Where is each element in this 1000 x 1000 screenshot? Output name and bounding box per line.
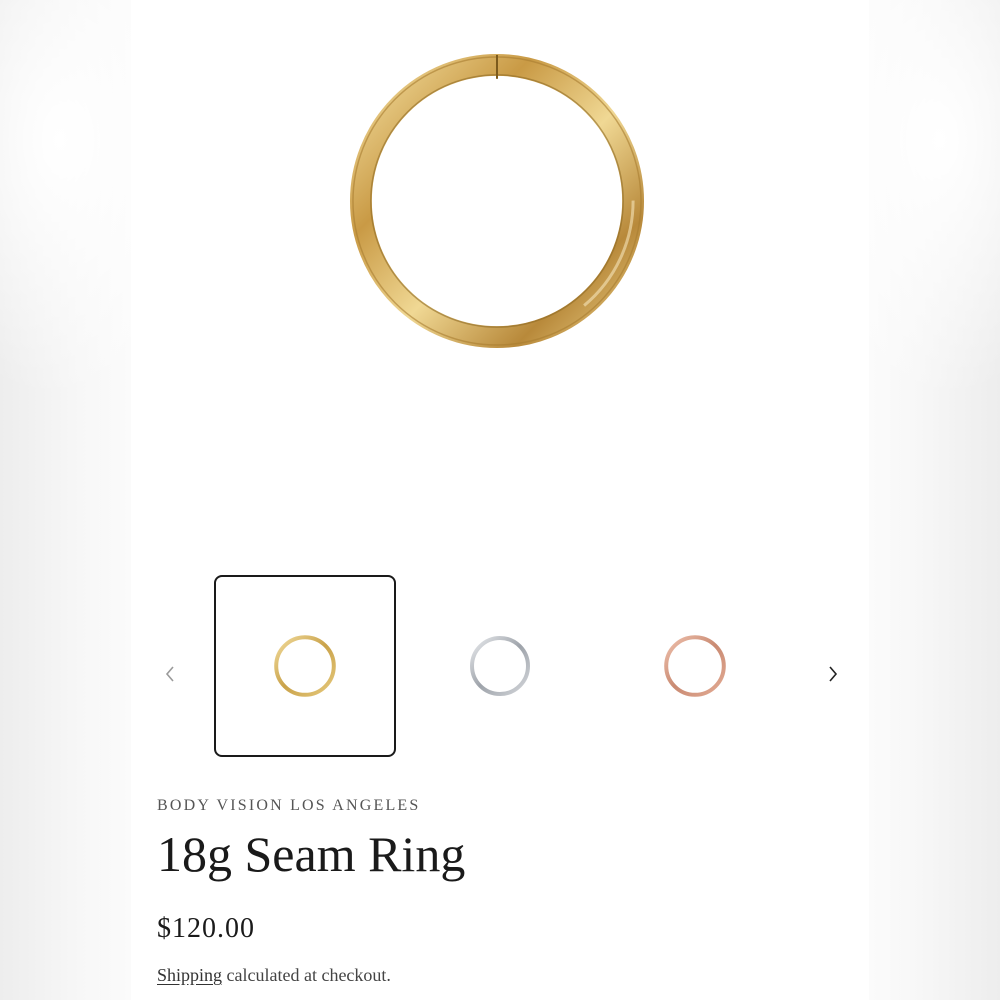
gold-ring-icon xyxy=(274,635,336,697)
main-product-image[interactable] xyxy=(348,52,646,350)
thumbnail-silver[interactable] xyxy=(409,575,591,757)
thumbnail-rose-gold[interactable] xyxy=(604,575,786,757)
chevron-right-icon xyxy=(829,666,838,682)
shipping-note: Shipping calculated at checkout. xyxy=(157,965,391,986)
product-price: $120.00 xyxy=(157,913,255,944)
product-vendor: BODY VISION LOS ANGELES xyxy=(157,797,421,814)
product-title: 18g Seam Ring xyxy=(157,826,466,882)
carousel-next-button[interactable] xyxy=(819,660,847,688)
chevron-left-icon xyxy=(165,666,174,682)
shipping-note-text: calculated at checkout. xyxy=(222,965,391,985)
silver-ring-icon xyxy=(470,636,530,696)
thumbnail-gold[interactable] xyxy=(214,575,396,757)
gold-ring-icon xyxy=(349,53,645,349)
shipping-link[interactable]: Shipping xyxy=(157,965,222,985)
rose-gold-ring-icon xyxy=(664,635,726,697)
carousel-prev-button[interactable] xyxy=(156,660,184,688)
